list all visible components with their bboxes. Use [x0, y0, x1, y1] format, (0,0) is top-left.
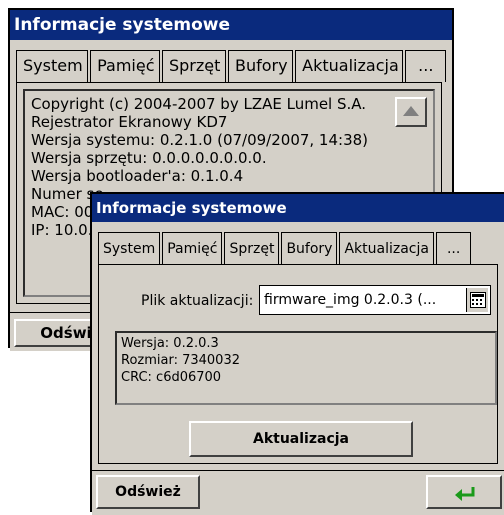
window-title: Informacje systemowe	[92, 194, 504, 222]
info-line: Wersja: 0.2.0.3	[121, 336, 219, 351]
tab-panel: Plik aktualizacji: firmware_img 0.2.0.3 …	[98, 264, 498, 464]
file-browse-button[interactable]	[466, 288, 488, 312]
file-select-field[interactable]: firmware_img 0.2.0.3 (...	[259, 285, 491, 315]
info-line: Rejestrator Ekranowy KD7	[31, 113, 228, 131]
file-label: Plik aktualizacji:	[141, 293, 254, 309]
tab-memory[interactable]: Pamięć	[90, 50, 160, 82]
update-button[interactable]: Aktualizacja	[189, 421, 413, 457]
info-line: Rozmiar: 7340032	[121, 353, 240, 368]
info-line: Copyright (c) 2004-2007 by LZAE Lumel S.…	[31, 95, 367, 113]
tab-update[interactable]: Aktualizacja	[339, 232, 434, 264]
tab-buffers[interactable]: Bufory	[227, 50, 294, 82]
tab-update[interactable]: Aktualizacja	[295, 50, 404, 82]
tab-more[interactable]: ...	[435, 232, 472, 264]
scroll-up-button[interactable]	[395, 97, 427, 127]
tab-system[interactable]: System	[16, 50, 89, 82]
update-info-text: Wersja: 0.2.0.3 Rozmiar: 7340032 CRC: c6…	[115, 331, 497, 405]
arrow-up-icon	[403, 106, 419, 116]
system-info-window-front: Informacje systemowe System Pamięć Sprzę…	[90, 192, 504, 515]
tab-more[interactable]: ...	[405, 50, 447, 82]
tab-bar: System Pamięć Sprzęt Bufory Aktualizacja…	[98, 232, 504, 264]
tab-hardware[interactable]: Sprzęt	[161, 50, 226, 82]
tab-bar: System Pamięć Sprzęt Bufory Aktualizacja…	[16, 50, 448, 82]
tab-system[interactable]: System	[98, 232, 161, 264]
info-line: Wersja systemu: 0.2.1.0 (07/09/2007, 14:…	[31, 131, 369, 149]
file-value: firmware_img 0.2.0.3 (...	[264, 292, 437, 308]
tab-memory[interactable]: Pamięć	[162, 232, 223, 264]
info-line: Wersja bootloader'a: 0.1.0.4	[31, 167, 244, 185]
keypad-icon	[470, 292, 486, 308]
tab-hardware[interactable]: Sprzęt	[224, 232, 280, 264]
window-title: Informacje systemowe	[10, 10, 452, 40]
enter-arrow-icon	[455, 487, 475, 501]
info-line: CRC: c6d06700	[121, 370, 222, 385]
info-line: Wersja sprzętu: 0.0.0.0.0.0.0.0.	[31, 149, 267, 167]
status-bar: Odśwież	[92, 470, 504, 515]
tab-buffers[interactable]: Bufory	[281, 232, 338, 264]
